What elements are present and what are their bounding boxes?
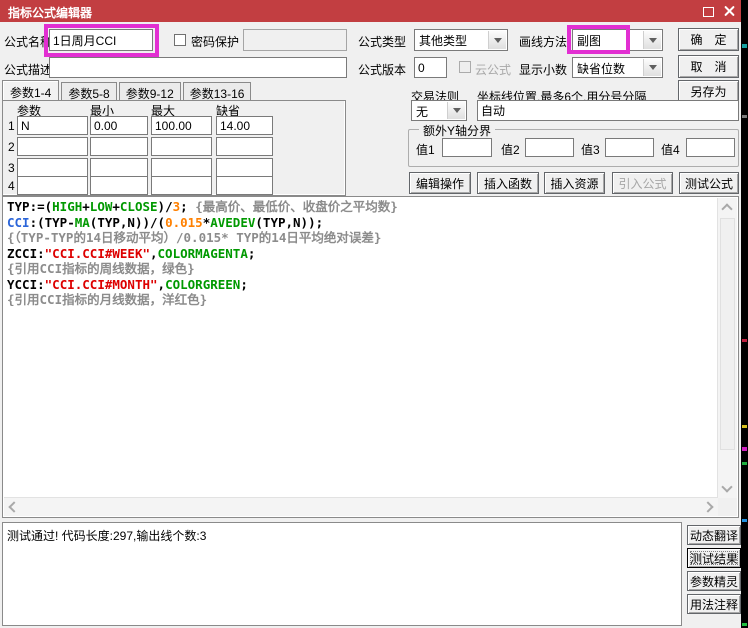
value2-label: 值2 — [501, 141, 520, 158]
param-cell-input[interactable] — [90, 158, 148, 177]
row-number: 3 — [8, 161, 15, 175]
extra-y-axis-group: 额外Y轴分界 值1 值2 值3 值4 — [408, 129, 739, 167]
background-app-strip — [741, 0, 748, 628]
show-decimal-dropdown[interactable]: 缺省位数 — [572, 57, 663, 78]
param-cell-input[interactable] — [151, 137, 212, 156]
param-cell-input[interactable] — [216, 176, 273, 195]
value1-input[interactable] — [442, 138, 492, 157]
chevron-down-icon[interactable] — [643, 59, 661, 76]
param-cell-input[interactable] — [216, 137, 273, 156]
axis-position-input[interactable] — [477, 100, 739, 121]
param-cell-input[interactable] — [90, 116, 148, 135]
scroll-down-icon[interactable] — [721, 481, 732, 492]
value4-input[interactable] — [686, 138, 735, 157]
edit-operation-button[interactable]: 编辑操作 — [409, 172, 471, 194]
formula-version-input[interactable] — [414, 57, 447, 78]
window-title: 指标公式编辑器 — [8, 4, 92, 21]
param-cell-input[interactable] — [17, 176, 88, 195]
param-tabs: 参数1-4 参数5-8 参数9-12 参数13-16 — [2, 80, 253, 100]
draw-method-dropdown[interactable]: 副图 — [572, 29, 663, 51]
password-input — [243, 29, 347, 51]
usage-note-button[interactable]: 用法注释 — [687, 594, 741, 614]
parameter-table: 参数 最小 最大 缺省 1 2 3 4 — [2, 100, 346, 196]
formula-editor-dialog: 指标公式编辑器 公式名称 密码保护 公式类型 其他类型 画线方法 副图 确 定 … — [0, 0, 741, 628]
password-protect-label: 密码保护 — [191, 33, 239, 50]
chevron-down-icon[interactable] — [488, 31, 506, 49]
insert-function-button[interactable]: 插入函数 — [477, 172, 539, 194]
restore-window-icon[interactable] — [703, 7, 714, 17]
value3-label: 值3 — [581, 141, 600, 158]
vertical-scroll-thumb[interactable] — [720, 218, 735, 450]
row-number: 4 — [8, 179, 15, 193]
insert-resource-button[interactable]: 插入资源 — [544, 172, 605, 194]
test-result-text: 测试通过! 代码长度:297,输出线个数:3 — [7, 527, 206, 544]
row-number: 2 — [8, 140, 15, 154]
formula-type-dropdown[interactable]: 其他类型 — [414, 29, 508, 51]
save-as-button[interactable]: 另存为 — [678, 80, 739, 102]
tab-params-5-8[interactable]: 参数5-8 — [61, 82, 116, 100]
cloud-formula-checkbox — [459, 61, 471, 73]
trade-rule-dropdown[interactable]: 无 — [411, 100, 467, 121]
param-cell-input[interactable] — [90, 176, 148, 195]
ok-button[interactable]: 确 定 — [678, 28, 739, 51]
value2-input[interactable] — [525, 138, 574, 157]
formula-type-label: 公式类型 — [358, 33, 406, 50]
draw-method-label: 画线方法 — [519, 33, 567, 50]
param-cell-input[interactable] — [216, 158, 273, 177]
test-result-panel: 测试通过! 代码长度:297,输出线个数:3 — [2, 522, 682, 626]
formula-desc-label: 公式描述 — [4, 61, 52, 78]
show-decimal-label: 显示小数 — [519, 61, 567, 78]
tab-params-1-4[interactable]: 参数1-4 — [2, 80, 59, 100]
param-cell-input[interactable] — [151, 158, 212, 177]
param-cell-input[interactable] — [17, 137, 88, 156]
value4-label: 值4 — [661, 141, 680, 158]
formula-name-input[interactable] — [49, 29, 153, 51]
param-cell-input[interactable] — [216, 116, 273, 135]
formula-name-label: 公式名称 — [4, 33, 52, 50]
code-editor-content[interactable]: TYP:=(HIGH+LOW+CLOSE)/3; {最高价、最低价、收盘价之平均… — [7, 199, 716, 497]
tab-params-13-16[interactable]: 参数13-16 — [183, 82, 252, 100]
close-icon[interactable] — [724, 5, 736, 17]
chevron-down-icon[interactable] — [447, 102, 465, 119]
password-protect-checkbox[interactable] — [174, 34, 186, 46]
param-cell-input[interactable] — [17, 158, 88, 177]
formula-version-label: 公式版本 — [358, 61, 406, 78]
horizontal-scrollbar[interactable] — [4, 497, 718, 516]
vertical-scrollbar[interactable] — [717, 198, 737, 498]
scrollbar-corner — [718, 498, 737, 516]
chevron-down-icon[interactable] — [643, 31, 661, 49]
scroll-right-icon[interactable] — [702, 501, 713, 512]
cancel-button[interactable]: 取 消 — [678, 55, 739, 78]
row-number: 1 — [8, 119, 15, 133]
test-formula-button[interactable]: 测试公式 — [679, 172, 739, 194]
cloud-formula-label: 云公式 — [475, 61, 511, 78]
param-cell-input[interactable] — [151, 176, 212, 195]
param-cell-input[interactable] — [17, 116, 88, 135]
param-wizard-button[interactable]: 参数精灵 — [687, 571, 741, 591]
formula-desc-input[interactable] — [49, 57, 347, 78]
value3-input[interactable] — [605, 138, 654, 157]
code-editor[interactable]: TYP:=(HIGH+LOW+CLOSE)/3; {最高价、最低价、收盘价之平均… — [2, 196, 739, 518]
scroll-left-icon[interactable] — [8, 501, 19, 512]
import-formula-button: 引入公式 — [612, 172, 673, 194]
screen: 指标公式编辑器 公式名称 密码保护 公式类型 其他类型 画线方法 副图 确 定 … — [0, 0, 748, 628]
value1-label: 值1 — [416, 141, 435, 158]
group-title: 额外Y轴分界 — [419, 122, 495, 139]
title-bar[interactable]: 指标公式编辑器 — [0, 0, 741, 22]
test-result-button[interactable]: 测试结果 — [687, 548, 741, 568]
dynamic-translate-button[interactable]: 动态翻译 — [687, 525, 741, 545]
param-cell-input[interactable] — [151, 116, 212, 135]
scroll-up-icon[interactable] — [721, 203, 732, 214]
tab-params-9-12[interactable]: 参数9-12 — [119, 82, 181, 100]
param-cell-input[interactable] — [90, 137, 148, 156]
